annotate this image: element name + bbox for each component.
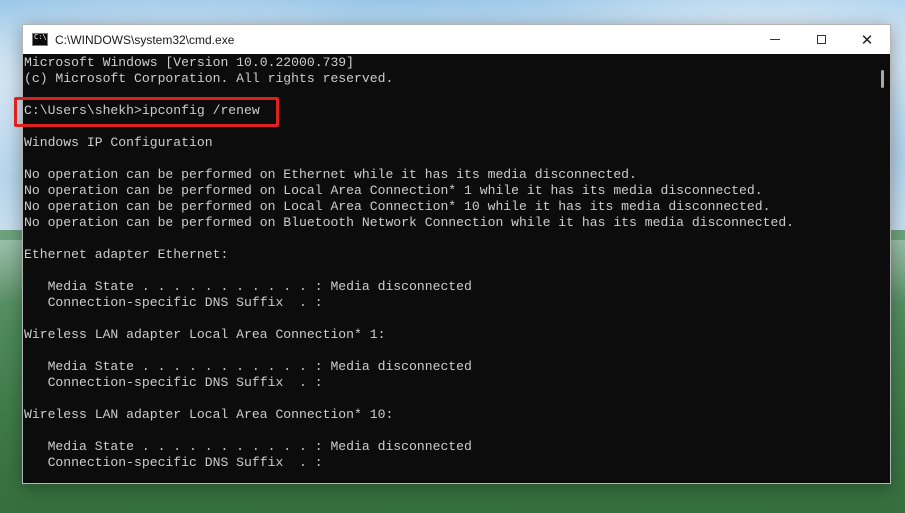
close-button[interactable]: ✕: [844, 25, 890, 54]
console-line: Media State . . . . . . . . . . . : Medi…: [24, 279, 472, 294]
console-line: Wireless LAN adapter Local Area Connecti…: [24, 407, 394, 422]
cmd-icon[interactable]: [32, 33, 48, 46]
window-controls: ✕: [752, 25, 890, 54]
console-line: No operation can be performed on Local A…: [24, 199, 771, 214]
console-line: No operation can be performed on Etherne…: [24, 167, 637, 182]
console-line: No operation can be performed on Local A…: [24, 183, 763, 198]
minimize-button[interactable]: [752, 25, 798, 54]
console-line: Connection-specific DNS Suffix . :: [24, 455, 323, 470]
console-line: Microsoft Windows [Version 10.0.22000.73…: [24, 55, 355, 70]
minimize-icon: [770, 39, 780, 40]
window-title: C:\WINDOWS\system32\cmd.exe: [55, 32, 235, 47]
console-line: Connection-specific DNS Suffix . :: [24, 295, 323, 310]
console-line: Wireless LAN adapter Local Area Connecti…: [24, 327, 386, 342]
vertical-scrollbar[interactable]: [876, 54, 890, 483]
console-line: Connection-specific DNS Suffix . :: [24, 375, 323, 390]
title-bar[interactable]: C:\WINDOWS\system32\cmd.exe ✕: [23, 25, 890, 54]
console-line: Ethernet adapter Ethernet:: [24, 247, 229, 262]
scroll-thumb[interactable]: [881, 70, 884, 88]
maximize-button[interactable]: [798, 25, 844, 54]
maximize-icon: [816, 35, 826, 44]
console-line: Windows IP Configuration: [24, 135, 213, 150]
close-icon: ✕: [860, 30, 874, 49]
console-line: Media State . . . . . . . . . . . : Medi…: [24, 439, 472, 454]
console-line: (c) Microsoft Corporation. All rights re…: [24, 71, 394, 86]
cmd-window: C:\WINDOWS\system32\cmd.exe ✕ Microsoft …: [22, 24, 891, 484]
console-line: Media State . . . . . . . . . . . : Medi…: [24, 359, 472, 374]
command-highlight-box: [14, 97, 279, 127]
console-line: No operation can be performed on Bluetoo…: [24, 215, 795, 230]
